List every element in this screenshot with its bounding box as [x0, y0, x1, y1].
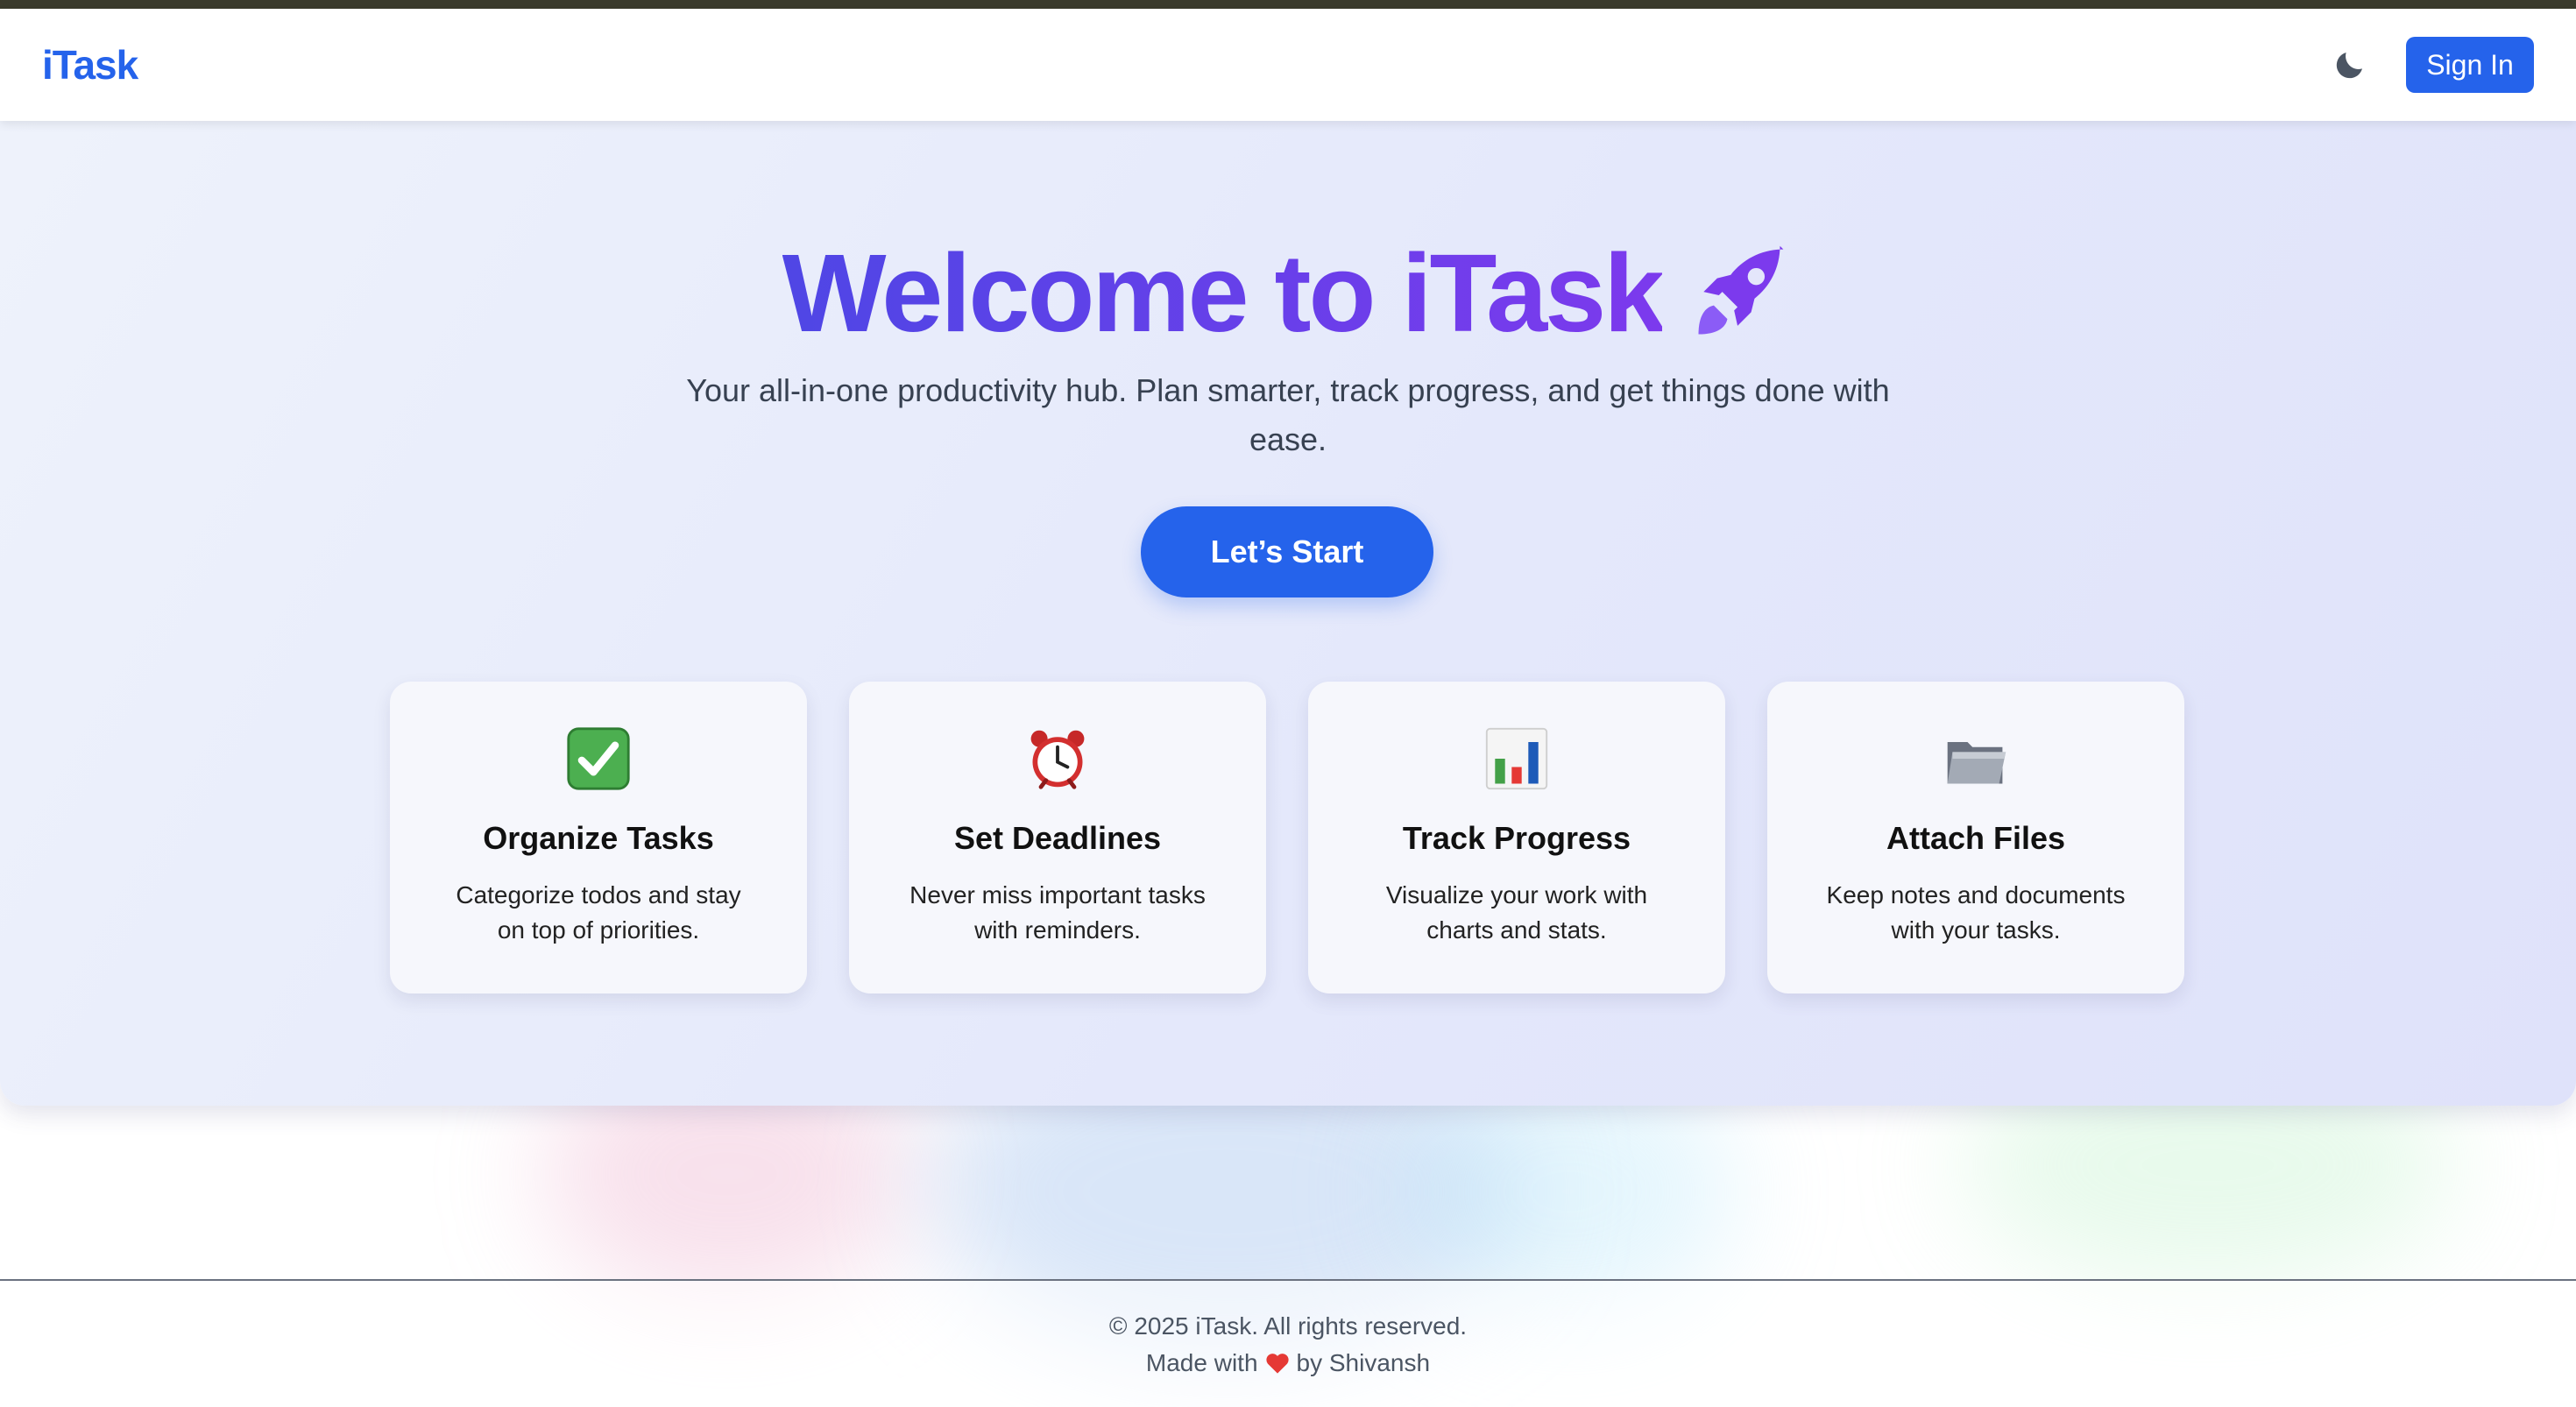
heart-icon-graphic: [1265, 1354, 1289, 1374]
rocket-icon-graphic: [1698, 245, 1784, 334]
hero-title-text: Welcome to iTask: [782, 231, 1666, 355]
feature-title: Attach Files: [1886, 820, 2066, 856]
heart-icon: [1265, 1352, 1290, 1375]
feature-title: Set Deadlines: [953, 820, 1162, 856]
hero-section: Welcome to iTask Your all-in-one product…: [0, 121, 2576, 1106]
folder-icon: [1943, 725, 2009, 792]
alarm-clock-icon-graphic: [1030, 730, 1085, 789]
bar-chart-icon: [1483, 725, 1550, 792]
sign-in-button[interactable]: Sign In: [2406, 37, 2534, 93]
hero-subtitle: Your all-in-one productivity hub. Plan s…: [686, 372, 1890, 457]
feature-description: Keep notes and documents with your tasks…: [1826, 881, 2126, 944]
feature-cards: Organize Tasks Categorize todos and stay…: [390, 682, 2184, 993]
lets-start-button[interactable]: Let’s Start: [1141, 506, 1433, 597]
made-with-suffix: by Shivansh: [1296, 1349, 1431, 1376]
feature-card-deadlines: Set Deadlines Never miss important tasks…: [849, 682, 1266, 993]
footer: © 2025 iTask. All rights reserved. Made …: [0, 1279, 2576, 1407]
alarm-clock-icon: [1024, 725, 1091, 792]
feature-title: Organize Tasks: [483, 820, 714, 856]
logo[interactable]: iTask: [42, 41, 138, 88]
bar-chart-icon-graphic: [1485, 727, 1548, 790]
feature-description: Visualize your work with charts and stat…: [1385, 881, 1648, 944]
feature-description: Categorize todos and stay on top of prio…: [456, 881, 741, 944]
feature-card-progress: Track Progress Visualize your work with …: [1308, 682, 1725, 993]
rocket-icon: [1685, 239, 1794, 348]
window-top-strip: [0, 0, 2576, 9]
folder-icon-graphic: [1947, 742, 2006, 784]
made-with-prefix: Made with: [1145, 1349, 1258, 1376]
made-with-line: Made with by Shivansh: [0, 1349, 2576, 1377]
check-box-icon: [565, 725, 632, 792]
moon-icon-graphic: [2336, 53, 2362, 79]
moon-icon[interactable]: [2331, 46, 2369, 84]
feature-title: Track Progress: [1402, 820, 1631, 856]
feature-card-files: Attach Files Keep notes and documents wi…: [1767, 682, 2184, 993]
navbar: iTask Sign In: [0, 9, 2576, 121]
copyright-text: © 2025 iTask. All rights reserved.: [1108, 1312, 1468, 1340]
navbar-actions: Sign In: [2331, 37, 2534, 93]
check-box-icon-graphic: [567, 727, 630, 790]
feature-card-organize: Organize Tasks Categorize todos and stay…: [390, 682, 807, 993]
feature-description: Never miss important tasks with reminder…: [909, 881, 1206, 944]
hero-title: Welcome to iTask: [0, 230, 2576, 357]
